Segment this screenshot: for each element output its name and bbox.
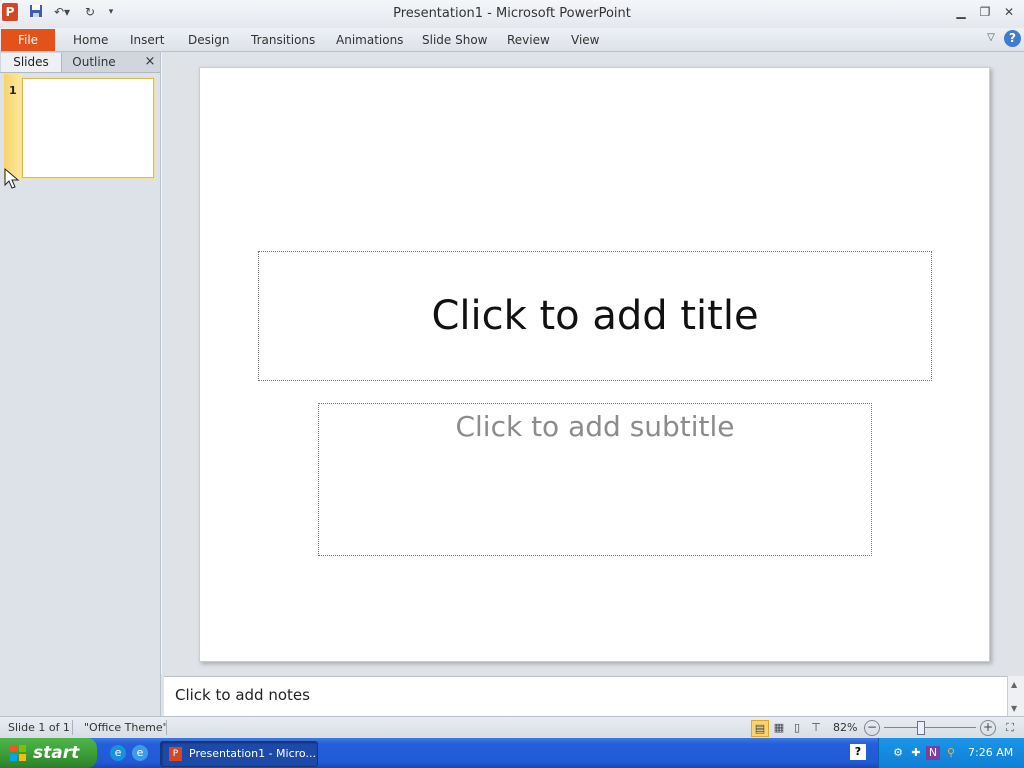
tab-outline[interactable]: Outline bbox=[62, 53, 126, 72]
powerpoint-app-icon[interactable]: P bbox=[2, 3, 18, 21]
scroll-down-icon[interactable]: ▼ bbox=[1011, 704, 1017, 713]
windows-taskbar: start e e P Presentation1 - Micro... ? ⚙… bbox=[0, 738, 1024, 768]
status-bar: Slide 1 of 1 "Office Theme" ▤ ▦ ▯ ⊤ 82% … bbox=[0, 716, 1024, 739]
scroll-up-icon[interactable]: ▲ bbox=[1011, 680, 1017, 689]
file-tab[interactable]: File bbox=[1, 29, 55, 51]
system-tray: ⚙ ✚ N ⚲ 7:26 AM bbox=[878, 738, 1024, 768]
notes-scrollbar[interactable]: ▲ ▼ bbox=[1007, 676, 1024, 716]
network-icon[interactable]: ⚙ bbox=[891, 746, 905, 760]
restore-icon[interactable]: ❐ bbox=[975, 5, 995, 21]
window-title: Presentation1 - Microsoft PowerPoint bbox=[393, 6, 631, 21]
tab-home[interactable]: Home bbox=[73, 29, 108, 51]
title-placeholder-text: Click to add title bbox=[431, 293, 759, 339]
redo-icon[interactable]: ↻ bbox=[82, 4, 98, 20]
title-placeholder[interactable]: Click to add title bbox=[258, 251, 932, 381]
taskbar-powerpoint-button[interactable]: P Presentation1 - Micro... bbox=[160, 741, 318, 767]
slide-thumbnail[interactable] bbox=[22, 78, 154, 178]
start-label: start bbox=[33, 743, 80, 763]
taskbar-button-label: Presentation1 - Micro... bbox=[189, 747, 316, 760]
minimize-icon[interactable]: ▁ bbox=[951, 5, 971, 21]
slide-show-icon[interactable]: ⊤ bbox=[808, 720, 824, 735]
tab-slides[interactable]: Slides bbox=[1, 53, 62, 72]
chevron-down-icon[interactable]: ▽ bbox=[984, 32, 998, 43]
notes-pane[interactable]: Click to add notes bbox=[164, 676, 1007, 717]
subtitle-placeholder[interactable]: Click to add subtitle bbox=[318, 403, 872, 556]
tab-insert[interactable]: Insert bbox=[130, 29, 164, 51]
slide-number: 1 bbox=[9, 84, 17, 97]
ribbon-tabs: File Home Insert Design Transitions Anim… bbox=[0, 28, 1024, 52]
title-bar: P ↶▾ ↻ ▾ Presentation1 - Microsoft Power… bbox=[0, 0, 1024, 28]
status-divider bbox=[166, 720, 167, 735]
tab-animations[interactable]: Animations bbox=[336, 29, 403, 51]
tab-view[interactable]: View bbox=[571, 29, 599, 51]
tray-help-icon[interactable]: ? bbox=[850, 744, 866, 760]
pane-tab-strip: Slides Outline × bbox=[0, 52, 160, 73]
theme-name[interactable]: "Office Theme" bbox=[84, 721, 168, 734]
tab-transitions[interactable]: Transitions bbox=[251, 29, 315, 51]
zoom-slider-thumb[interactable] bbox=[917, 721, 925, 735]
zoom-out-icon[interactable]: − bbox=[864, 720, 880, 736]
customize-quick-access-icon[interactable]: ▾ bbox=[105, 4, 117, 20]
search-icon[interactable]: ⚲ bbox=[944, 746, 958, 760]
start-button[interactable]: start bbox=[0, 738, 97, 768]
save-icon[interactable] bbox=[28, 4, 44, 20]
fit-to-window-icon[interactable]: ⛶ bbox=[1002, 720, 1018, 735]
close-icon[interactable]: × bbox=[142, 54, 158, 69]
onenote-icon[interactable]: N bbox=[926, 746, 940, 760]
security-icon[interactable]: ✚ bbox=[909, 746, 923, 760]
tab-review[interactable]: Review bbox=[507, 29, 550, 51]
status-divider bbox=[72, 720, 73, 735]
subtitle-placeholder-text: Click to add subtitle bbox=[455, 410, 735, 443]
windows-logo-icon bbox=[10, 745, 26, 761]
help-icon[interactable]: ? bbox=[1004, 30, 1021, 47]
normal-view-icon[interactable]: ▤ bbox=[751, 720, 769, 737]
mouse-cursor-icon bbox=[4, 167, 22, 195]
reading-view-icon[interactable]: ▯ bbox=[789, 720, 805, 735]
zoom-in-icon[interactable]: + bbox=[980, 720, 996, 736]
zoom-slider-track[interactable] bbox=[884, 727, 976, 728]
undo-icon[interactable]: ↶▾ bbox=[50, 4, 74, 20]
zoom-level[interactable]: 82% bbox=[833, 721, 857, 734]
powerpoint-icon: P bbox=[169, 747, 182, 761]
notes-placeholder-text: Click to add notes bbox=[175, 686, 310, 704]
clock: 7:26 AM bbox=[968, 746, 1014, 759]
close-icon[interactable]: ✕ bbox=[999, 5, 1019, 21]
tab-slide-show[interactable]: Slide Show bbox=[422, 29, 487, 51]
browser-icon[interactable]: e bbox=[132, 745, 148, 761]
slide-count: Slide 1 of 1 bbox=[8, 721, 70, 734]
internet-explorer-icon[interactable]: e bbox=[110, 745, 126, 761]
slide-sorter-icon[interactable]: ▦ bbox=[771, 720, 787, 735]
tab-design[interactable]: Design bbox=[188, 29, 229, 51]
